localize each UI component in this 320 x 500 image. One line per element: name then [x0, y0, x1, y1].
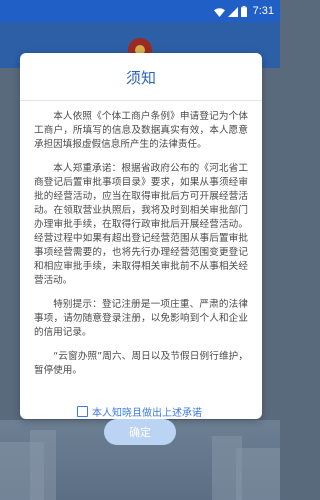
status-icons: 7:31 — [213, 0, 274, 22]
status-bar: 7:31 — [0, 0, 280, 22]
notice-body: 本人依照《个体工商户条例》申请登记为个体工商户，所填写的信息及数据真实有效，本人… — [34, 110, 248, 378]
notice-dialog: 须知 本人依照《个体工商户条例》申请登记为个体工商户，所填写的信息及数据真实有效… — [20, 53, 262, 419]
agree-label: 本人知晓且做出上述承诺 — [92, 408, 202, 419]
confirm-button[interactable]: 确定 — [104, 419, 176, 445]
notice-paragraph-special-tip: 特别提示：登记注册是一项庄重、严肃的法律事项，请勿随意登录注册，以免影响到个人和… — [34, 299, 248, 338]
notice-paragraph-maintenance: “云窗办照”周六、周日以及节假日例行维护，暂停使用。 — [34, 351, 248, 376]
dialog-title: 须知 — [125, 69, 156, 87]
notice-paragraph-commitment: 本人郑重承诺：根据省政府公布的《河北省工商登记后置审批事项目录》要求，如果从事须… — [34, 163, 248, 286]
notice-paragraph-declaration: 本人依照《个体工商户条例》申请登记为个体工商户，所填写的信息及数据真实有效，本人… — [34, 111, 248, 150]
status-time: 7:31 — [252, 5, 274, 17]
signal-icon — [227, 2, 238, 21]
agree-checkbox-row[interactable]: 本人知晓且做出上述承诺 — [77, 404, 202, 419]
agree-checkbox[interactable] — [77, 406, 88, 417]
wifi-icon — [213, 2, 225, 21]
title-divider — [20, 100, 262, 101]
battery-icon — [240, 2, 247, 21]
